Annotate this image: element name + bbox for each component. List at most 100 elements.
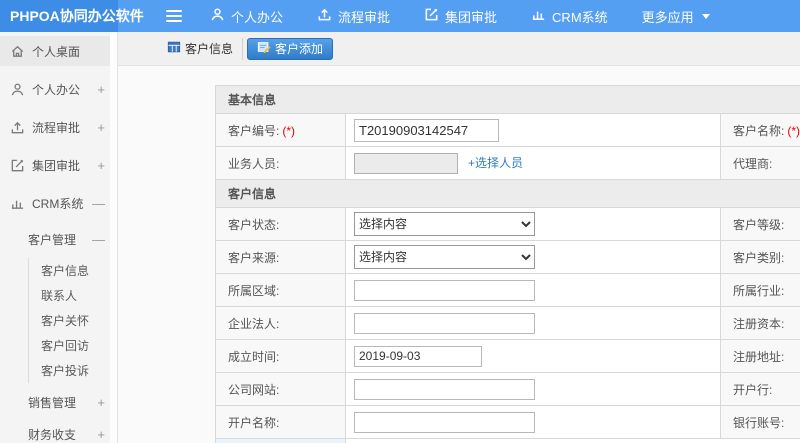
nav-item-group-approval[interactable]: 集团审批 [424, 7, 497, 26]
sidebar-item-personal-office[interactable]: 个人办公 + [0, 74, 117, 104]
app-logo: PHPOA协同办公软件 [0, 0, 144, 32]
field-label2-customer-source: 客户类别: [720, 240, 800, 274]
sidebar-scrollbar[interactable] [110, 32, 117, 443]
sidebar-item-workflow-approval[interactable]: 流程审批 + [0, 112, 117, 142]
sidebar-item-label: 客户信息 [41, 264, 90, 278]
field-cell-customer-status: 选择内容 [345, 207, 721, 241]
field-cell-sales-person: +选择人员 [345, 146, 721, 180]
field-label2-region: 所属行业: [720, 273, 800, 307]
field-label-text: 公司网站: [228, 382, 280, 397]
field-label-customer-source: 客户来源: [215, 240, 346, 274]
tab-customer-add[interactable]: 客户添加 [247, 37, 334, 60]
field-label2-founded-date: 注册地址: [720, 339, 800, 373]
tab-strip: 客户信息 客户添加 [118, 32, 800, 66]
field-cell-region [345, 273, 721, 307]
user-icon [210, 7, 225, 25]
sidebar-item-label: 流程审批 [32, 120, 81, 135]
account-name-input[interactable] [354, 411, 535, 433]
edit-icon [424, 7, 439, 25]
expand-icon[interactable]: + [97, 82, 105, 97]
grid-icon [167, 40, 181, 57]
legal-person-input[interactable] [354, 312, 535, 334]
field-label-text: 客户状态: [228, 217, 280, 232]
nav-item-label: CRM系统 [552, 9, 608, 25]
field-label-text: 开户名称: [228, 415, 280, 430]
field-label2-customer-code: 客户名称: (*) [720, 113, 800, 147]
tab-customer-info[interactable]: 客户信息 [158, 37, 244, 60]
sidebar-item-customer-callback[interactable]: 客户回访 [29, 333, 117, 358]
select-person-link[interactable]: +选择人员 [468, 156, 523, 170]
customer-status-select[interactable]: 选择内容 [354, 212, 535, 236]
sidebar-item-label: 客户投诉 [41, 364, 90, 378]
nav-item-more-apps[interactable]: 更多应用 [642, 7, 710, 26]
field-label-text: 所属区域: [228, 283, 280, 298]
nav-item-crm-system[interactable]: CRM系统 [531, 7, 608, 26]
sidebar-item-crm-system[interactable]: CRM系统 — [0, 188, 117, 218]
sidebar-item-label: 个人办公 [32, 82, 81, 97]
required-marker: (*) [787, 123, 800, 138]
field-cell-founded-date [345, 339, 721, 373]
sidebar-item-sales-management[interactable]: 销售管理 + [0, 389, 117, 415]
company-website-input[interactable] [354, 378, 535, 400]
sidebar-item-group-approval[interactable]: 集团审批 + [0, 150, 117, 180]
nav-item-personal-office[interactable]: 个人办公 [210, 7, 283, 26]
field-label-company-website: 公司网站: [215, 372, 346, 406]
sidebar-item-label: 客户管理 [28, 232, 77, 247]
sidebar-item-label: 财务收支 [28, 427, 77, 442]
founded-date-input[interactable] [354, 345, 482, 367]
edit-icon [10, 158, 25, 173]
collapse-icon[interactable]: — [92, 232, 105, 247]
customer-source-select[interactable]: 选择内容 [354, 245, 535, 269]
menu-toggle-icon[interactable] [166, 10, 182, 22]
tab-label: 客户信息 [185, 42, 234, 56]
field-cell-customer-source: 选择内容 [345, 240, 721, 274]
field-label-legal-person: 企业法人: [215, 306, 346, 340]
field-label2-customer-status: 客户等级: [720, 207, 800, 241]
field-label-remark [215, 438, 346, 443]
sidebar-item-contacts[interactable]: 联系人 [29, 283, 117, 308]
sidebar-submenu: 客户信息联系人客户关怀客户回访客户投诉 [28, 258, 117, 383]
field-label-text: 注册资本: [733, 316, 785, 331]
chart-icon [531, 7, 546, 25]
field-label-text: 客户类别: [733, 250, 785, 265]
sidebar-item-customer-complaint[interactable]: 客户投诉 [29, 358, 117, 383]
sidebar-item-customer-info[interactable]: 客户信息 [29, 258, 117, 283]
field-cell-remark [344, 438, 800, 443]
field-label-text: 成立时间: [228, 349, 280, 364]
sidebar-item-customer-management[interactable]: 客户管理 — [0, 226, 117, 252]
expand-icon[interactable]: + [97, 120, 105, 135]
sidebar-item-label: 个人桌面 [32, 44, 81, 59]
user-icon [10, 82, 25, 97]
field-label-founded-date: 成立时间: [215, 339, 346, 373]
chart-icon [10, 196, 25, 211]
expand-icon[interactable]: + [97, 427, 105, 442]
sidebar: 个人桌面个人办公 + 流程审批 + 集团审批 + CRM系统 — 客户管理 — 客户信息联系人客户关… [0, 32, 118, 443]
nav-item-label: 流程审批 [338, 9, 391, 25]
field-label-customer-code: 客户编号: (*) [215, 113, 346, 147]
field-cell-legal-person [345, 306, 721, 340]
sidebar-item-label: 客户关怀 [41, 314, 90, 328]
sidebar-item-label: CRM系统 [32, 196, 84, 211]
sidebar-item-customer-care[interactable]: 客户关怀 [29, 308, 117, 333]
field-label2-sales-person: 代理商: [720, 146, 800, 180]
sidebar-item-finance-income-expense[interactable]: 财务收支 + [0, 421, 117, 443]
field-label-text: 所属行业: [733, 283, 785, 298]
field-label-text: 开户行: [733, 382, 773, 397]
nav-item-workflow-approval[interactable]: 流程审批 [317, 7, 390, 26]
collapse-icon[interactable]: — [92, 196, 105, 211]
customer-code-input[interactable] [354, 118, 499, 142]
nav-item-label: 更多应用 [641, 9, 694, 25]
expand-icon[interactable]: + [97, 395, 105, 410]
region-input[interactable] [354, 279, 535, 301]
sidebar-item-label: 集团审批 [32, 158, 81, 173]
expand-icon[interactable]: + [97, 158, 105, 173]
sales-person-input[interactable] [354, 152, 458, 174]
sidebar-item-personal-desktop[interactable]: 个人桌面 [0, 36, 117, 66]
sidebar-item-label: 客户回访 [41, 339, 90, 353]
section-header: 基本信息 [214, 85, 800, 114]
top-bar: PHPOA协同办公软件 个人办公 流程审批 集团审批 CRM系统 更多应用 [0, 0, 800, 32]
section-header: 客户信息 [214, 179, 800, 208]
customer-form-table: 基本信息客户编号:(*)客户名称:(*)业务人员:+选择人员代理商:客户信息客户… [214, 85, 800, 443]
field-label-text: 代理商: [733, 156, 773, 171]
field-label-region: 所属区域: [215, 273, 346, 307]
